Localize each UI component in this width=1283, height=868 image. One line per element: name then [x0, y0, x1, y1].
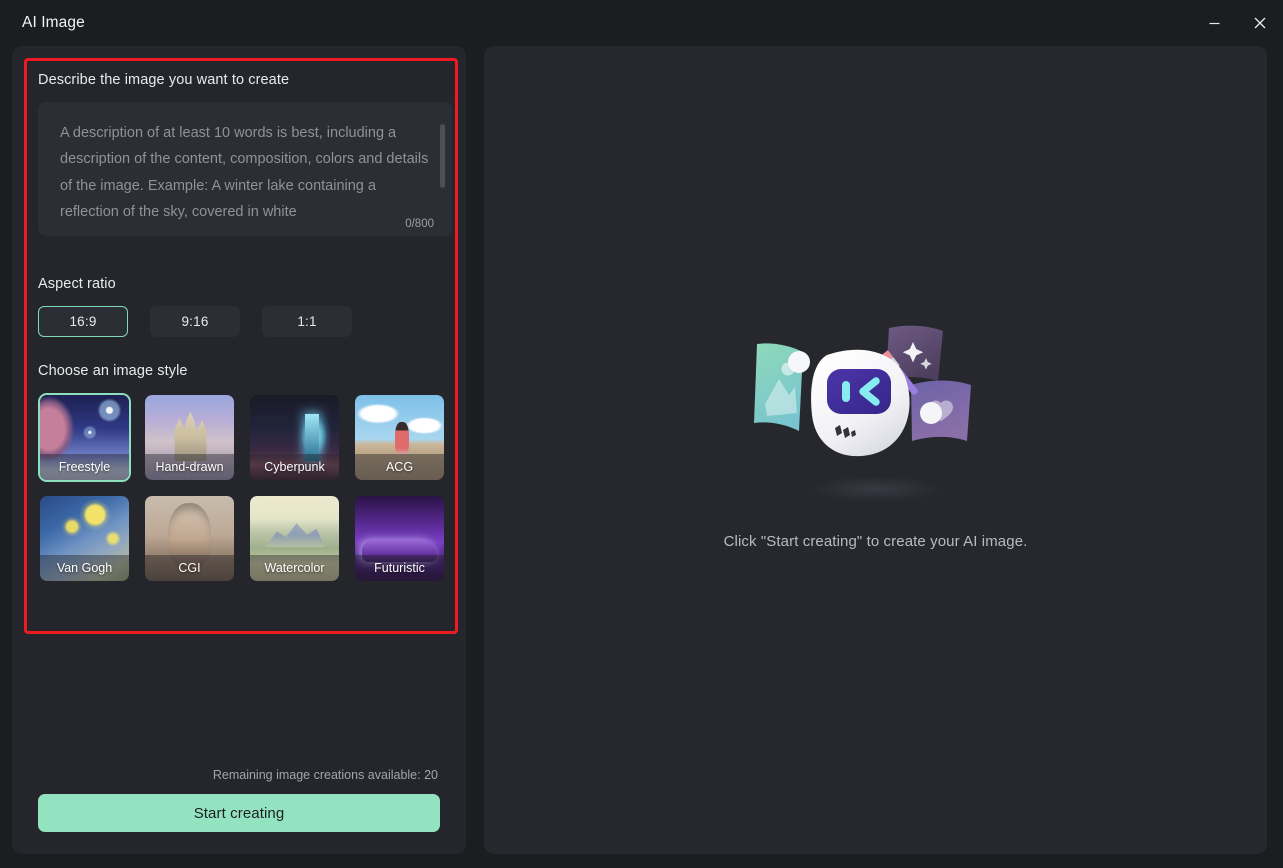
style-option-cgi[interactable]: CGI — [143, 494, 236, 583]
aspect-ratio-options: 16:9 9:16 1:1 — [38, 306, 452, 337]
style-label-acg: ACG — [355, 454, 444, 480]
window-body: Describe the image you want to create A … — [0, 46, 1283, 868]
image-style-section: Choose an image style Freestyle Hand-dra… — [38, 363, 452, 583]
title-bar: AI Image — [0, 0, 1283, 46]
style-label-hand-drawn: Hand-drawn — [145, 454, 234, 480]
style-label-watercolor: Watercolor — [250, 555, 339, 581]
style-label-freestyle: Freestyle — [40, 454, 129, 480]
minimize-icon — [1209, 22, 1219, 24]
ai-image-window: AI Image Describe the image you want to … — [0, 0, 1283, 868]
prompt-section: Describe the image you want to create A … — [38, 72, 452, 236]
style-label-van-gogh: Van Gogh — [40, 555, 129, 581]
close-icon — [1254, 17, 1266, 29]
start-creating-button[interactable]: Start creating — [38, 794, 440, 832]
prompt-scrollbar-thumb[interactable] — [440, 124, 445, 188]
style-option-hand-drawn[interactable]: Hand-drawn — [143, 393, 236, 482]
style-label-cgi: CGI — [145, 555, 234, 581]
style-label-futuristic: Futuristic — [355, 555, 444, 581]
style-label-cyberpunk: Cyberpunk — [250, 454, 339, 480]
aspect-ratio-1-1[interactable]: 1:1 — [262, 306, 352, 337]
window-title: AI Image — [22, 14, 85, 31]
prompt-placeholder-text: A description of at least 10 words is be… — [60, 125, 433, 221]
aspect-ratio-label: Aspect ratio — [38, 276, 116, 292]
aspect-ratio-9-16[interactable]: 9:16 — [150, 306, 240, 337]
empty-state-message: Click "Start creating" to create your AI… — [723, 532, 1028, 550]
style-option-futuristic[interactable]: Futuristic — [353, 494, 446, 583]
image-style-grid: Freestyle Hand-drawn Cyberpunk ACG Van G… — [38, 393, 452, 583]
remaining-credits-text: Remaining image creations available: 20 — [212, 768, 438, 782]
style-option-van-gogh[interactable]: Van Gogh — [38, 494, 131, 583]
prompt-input[interactable]: A description of at least 10 words is be… — [38, 102, 452, 236]
aspect-ratio-16-9[interactable]: 16:9 — [38, 306, 128, 337]
character-counter: 0/800 — [400, 218, 434, 230]
settings-panel: Describe the image you want to create A … — [12, 46, 466, 854]
style-option-freestyle[interactable]: Freestyle — [38, 393, 131, 482]
style-option-acg[interactable]: ACG — [353, 393, 446, 482]
window-controls — [1191, 0, 1283, 46]
aspect-ratio-section: Aspect ratio 16:9 9:16 1:1 — [38, 276, 452, 337]
settings-content: Describe the image you want to create A … — [12, 46, 466, 583]
minimize-button[interactable] — [1191, 0, 1237, 46]
panel-footer: Remaining image creations available: 20 … — [12, 768, 466, 854]
preview-panel: Click "Start creating" to create your AI… — [484, 46, 1267, 854]
style-option-watercolor[interactable]: Watercolor — [248, 494, 341, 583]
style-option-cyberpunk[interactable]: Cyberpunk — [248, 393, 341, 482]
close-button[interactable] — [1237, 0, 1283, 46]
empty-state: Click "Start creating" to create your AI… — [724, 321, 1028, 550]
ai-robot-illustration-icon — [753, 325, 971, 502]
image-style-label: Choose an image style — [38, 363, 188, 379]
prompt-label: Describe the image you want to create — [38, 72, 290, 88]
